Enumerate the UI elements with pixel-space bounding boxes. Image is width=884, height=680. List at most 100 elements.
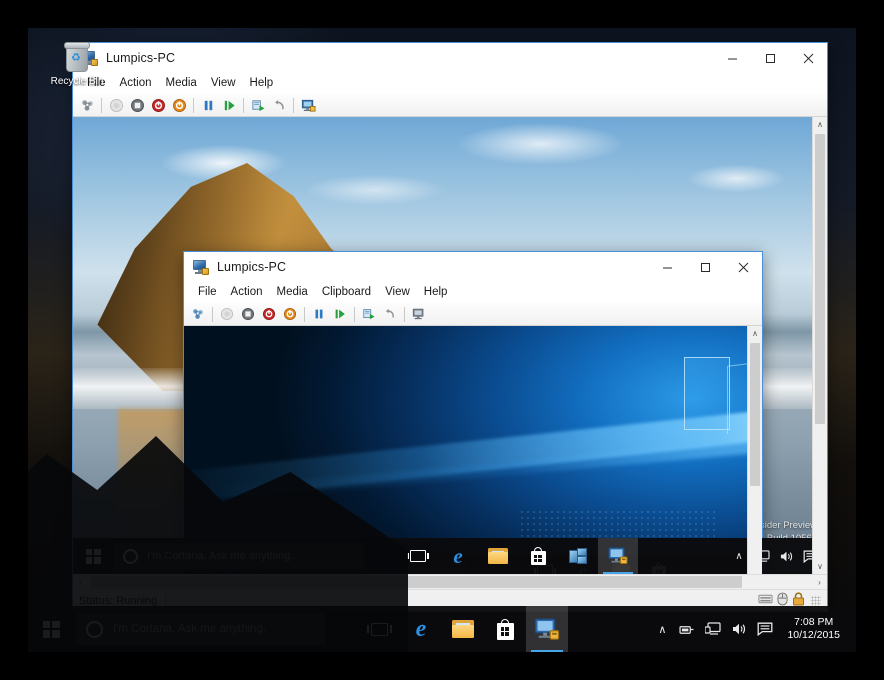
inner-caption-buttons[interactable] (648, 252, 762, 282)
taskbar-item-task-view[interactable] (398, 538, 438, 574)
menu-media[interactable]: Media (270, 282, 315, 303)
scroll-right-arrow[interactable]: › (812, 575, 827, 589)
scroll-down-arrow[interactable]: ∨ (813, 559, 827, 574)
system-tray[interactable]: ∧ 7:08 PM 10/12/2015 (651, 606, 856, 652)
taskbar-item-microsoft-store[interactable] (518, 538, 558, 574)
scroll-track[interactable] (748, 341, 762, 572)
ctrl-alt-del-icon[interactable] (77, 95, 97, 115)
menu-action[interactable]: Action (224, 282, 270, 303)
pause-icon[interactable] (309, 304, 329, 324)
toolbar-separator (404, 307, 405, 322)
turn-off-icon[interactable] (238, 304, 258, 324)
guest-taskbar-outer[interactable]: I'm Cortana. Ask me anything. e (73, 538, 827, 574)
taskbar-item-file-explorer[interactable] (478, 538, 518, 574)
outer-caption-buttons[interactable] (713, 43, 827, 73)
turn-off-icon[interactable] (127, 95, 147, 115)
inner-toolbar[interactable] (184, 303, 762, 326)
enhanced-session-icon[interactable] (298, 95, 318, 115)
taskbar-item-microsoft-edge[interactable]: e (438, 538, 478, 574)
maximize-button[interactable] (686, 252, 724, 282)
revert-icon[interactable] (380, 304, 400, 324)
scroll-up-arrow[interactable]: ∧ (813, 117, 827, 132)
scroll-up-arrow[interactable]: ∧ (748, 326, 762, 341)
checkpoint-icon[interactable] (359, 304, 379, 324)
menu-view[interactable]: View (378, 282, 417, 303)
outer-menu-bar[interactable]: File Action Media View Help (73, 73, 827, 94)
inner-vm-viewport[interactable]: I'm Cortana. Ask me anything. e (184, 326, 762, 574)
start-icon[interactable] (217, 304, 237, 324)
scroll-down-arrow[interactable]: ∨ (748, 572, 762, 574)
resize-grip[interactable] (811, 596, 821, 606)
cortana-search-box[interactable]: I'm Cortana. Ask me anything. (76, 613, 326, 645)
minimize-button[interactable] (648, 252, 686, 282)
toolbar-separator (293, 98, 294, 113)
inner-vertical-scrollbar[interactable]: ∧ ∨ (747, 326, 762, 574)
save-icon[interactable] (280, 304, 300, 324)
taskbar-item-file-explorer[interactable] (442, 606, 484, 652)
menu-view[interactable]: View (204, 73, 243, 94)
outer-vm-viewport[interactable]: Windows 10 Enterprise Insider Preview Ev… (73, 117, 827, 574)
start-button[interactable] (28, 606, 74, 652)
scroll-track[interactable] (88, 575, 812, 589)
close-button[interactable] (789, 43, 827, 73)
taskbar-item-task-view[interactable] (358, 606, 400, 652)
windows-logo-icon (86, 549, 101, 564)
outer-vertical-scrollbar[interactable]: ∧ ∨ (812, 117, 827, 574)
taskbar-clock[interactable]: 7:08 PM 10/12/2015 (779, 616, 848, 642)
volume-icon[interactable] (727, 606, 751, 652)
menu-media[interactable]: Media (159, 73, 204, 94)
network-wired-icon[interactable] (675, 606, 699, 652)
ctrl-alt-del-icon[interactable] (188, 304, 208, 324)
cortana-search-box[interactable]: I'm Cortana. Ask me anything. (114, 543, 364, 569)
vmconnect-window-inner[interactable]: Lumpics-PC File (183, 251, 763, 574)
tray-chevron-icon[interactable]: ∧ (651, 606, 673, 652)
inner-title-bar[interactable]: Lumpics-PC (184, 252, 762, 282)
taskbar-apps[interactable]: e (358, 606, 568, 652)
checkpoint-icon[interactable] (248, 95, 268, 115)
host-taskbar[interactable]: I'm Cortana. Ask me anything. e (28, 606, 856, 652)
outer-title-bar[interactable]: Lumpics-PC (73, 43, 827, 73)
status-text: Status: Running (79, 595, 157, 607)
menu-clipboard[interactable]: Clipboard (315, 282, 378, 303)
shut-down-icon[interactable] (259, 304, 279, 324)
scroll-left-arrow[interactable]: ‹ (73, 575, 88, 589)
menu-action[interactable]: Action (113, 73, 159, 94)
reset-icon[interactable] (219, 95, 239, 115)
reset-icon[interactable] (330, 304, 350, 324)
host-desktop[interactable]: ♻ Recycle Bin Lumpics-PC Fil (28, 28, 856, 652)
taskbar-item-hyper-v-manager[interactable] (558, 538, 598, 574)
taskbar-item-vmconnect[interactable] (598, 538, 638, 574)
start-button[interactable] (73, 538, 113, 574)
maximize-button[interactable] (751, 43, 789, 73)
desktop-icon-label: Recycle Bin (44, 76, 110, 87)
enhanced-session-icon[interactable] (409, 304, 429, 324)
minimize-button[interactable] (713, 43, 751, 73)
scroll-thumb[interactable] (90, 576, 742, 588)
outer-horizontal-scrollbar[interactable]: ‹ › (73, 574, 827, 589)
taskbar-apps[interactable]: e (398, 538, 638, 574)
start-icon[interactable] (106, 95, 126, 115)
menu-help[interactable]: Help (417, 282, 455, 303)
inner-menu-bar[interactable]: File Action Media Clipboard View Help (184, 282, 762, 303)
desktop-icon-recycle-bin[interactable]: ♻ Recycle Bin (44, 40, 110, 87)
close-button[interactable] (724, 252, 762, 282)
vmconnect-window-outer[interactable]: Lumpics-PC File Action Media View Help (72, 42, 828, 612)
network-monitor-icon[interactable] (701, 606, 725, 652)
taskbar-item-vmconnect[interactable] (526, 606, 568, 652)
revert-icon[interactable] (269, 95, 289, 115)
pause-icon[interactable] (198, 95, 218, 115)
shut-down-icon[interactable] (148, 95, 168, 115)
volume-icon[interactable] (775, 538, 797, 574)
tray-chevron-icon[interactable]: ∧ (729, 538, 749, 574)
microsoft-store-icon (497, 619, 514, 640)
outer-toolbar[interactable] (73, 94, 827, 117)
scroll-track[interactable] (813, 132, 827, 559)
save-icon[interactable] (169, 95, 189, 115)
scroll-thumb[interactable] (815, 134, 825, 424)
action-center-icon[interactable] (753, 606, 777, 652)
taskbar-item-microsoft-edge[interactable]: e (400, 606, 442, 652)
menu-file[interactable]: File (191, 282, 224, 303)
taskbar-item-microsoft-store[interactable] (484, 606, 526, 652)
menu-help[interactable]: Help (243, 73, 281, 94)
scroll-thumb[interactable] (750, 343, 760, 486)
